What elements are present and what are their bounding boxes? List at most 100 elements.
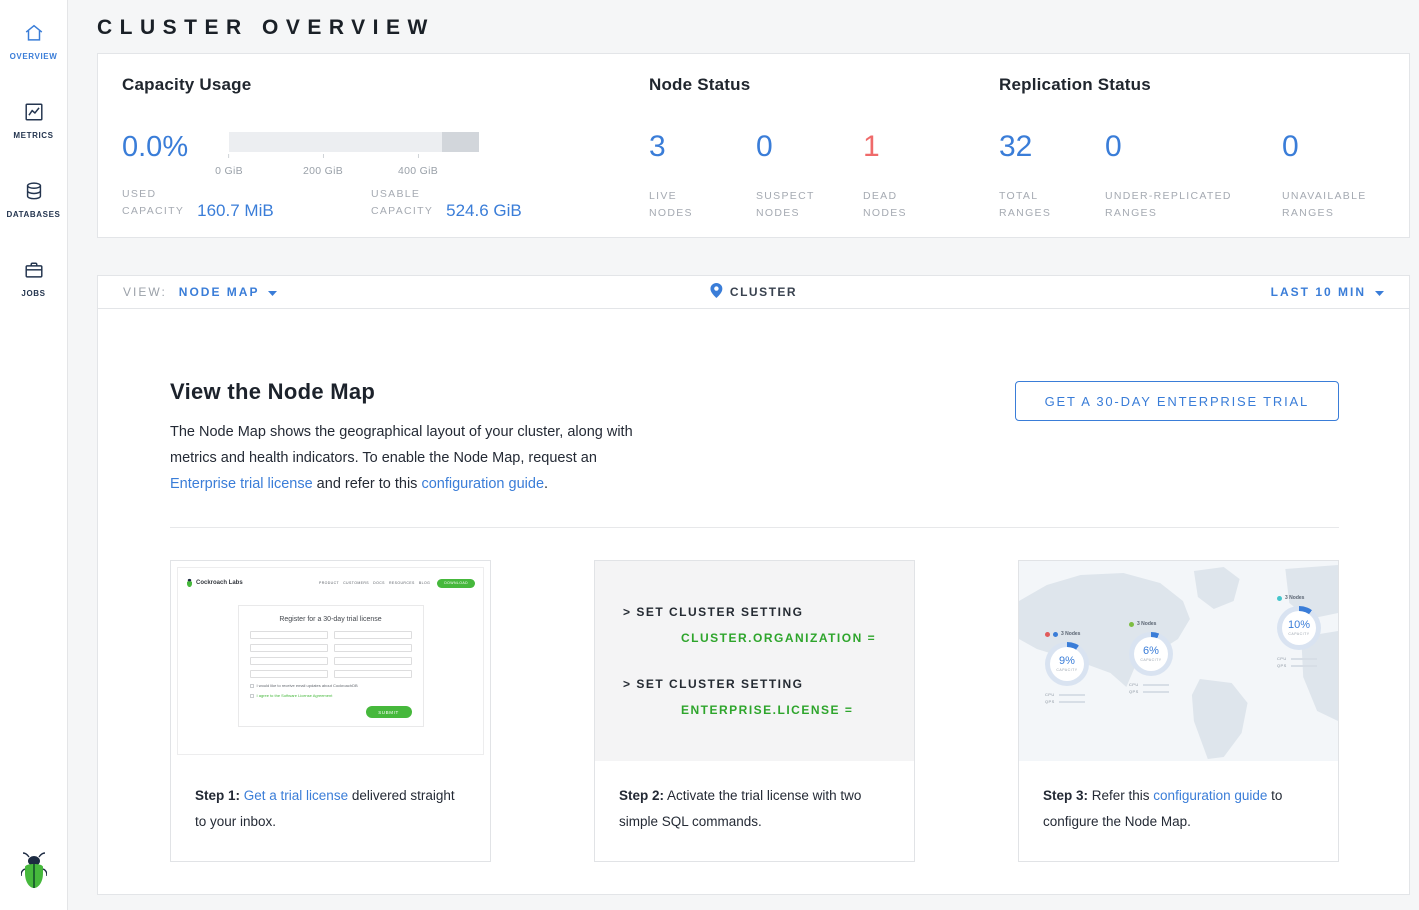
step1-card: Cockroach Labs PRODUCT CUSTOMERS DOCS RE… <box>170 560 491 862</box>
suspect-nodes-value: 0 <box>756 132 863 162</box>
live-nodes-value: 3 <box>649 132 756 162</box>
capacity-ring: 6%CAPACITY <box>1129 632 1173 676</box>
total-ranges-label: TOTAL RANGES <box>999 188 1105 222</box>
capacity-usage-title: Capacity Usage <box>122 75 649 95</box>
chevron-down-icon <box>268 285 277 299</box>
dead-nodes-value: 1 <box>863 132 907 162</box>
enterprise-trial-license-link[interactable]: Enterprise trial license <box>170 476 313 492</box>
configuration-guide-link[interactable]: configuration guide <box>421 476 544 492</box>
sidebar-item-label: METRICS <box>13 131 53 140</box>
used-capacity-stat: USED CAPACITY 160.7 MiB <box>122 186 371 220</box>
node-map-title: View the Node Map <box>170 379 638 405</box>
cockroach-labs-logo[interactable] <box>21 851 47 894</box>
unavailable-ranges-value: 0 <box>1282 132 1367 162</box>
replication-status-title: Replication Status <box>999 75 1385 95</box>
main-content: CLUSTER OVERVIEW Capacity Usage 0.0% 0 G… <box>68 0 1419 908</box>
suspect-nodes-label: SUSPECT NODES <box>756 188 863 222</box>
location-pin-icon <box>710 283 722 301</box>
step2-code-block: > SET CLUSTER SETTING CLUSTER.ORGANIZATI… <box>595 561 914 761</box>
suspect-nodes-stat: 0 SUSPECT NODES <box>756 132 863 222</box>
capacity-used-percent: 0.0% <box>122 132 229 178</box>
step3-caption: Step 3: Refer this configuration guide t… <box>1019 761 1338 861</box>
live-nodes-label: LIVE NODES <box>649 188 756 222</box>
capacity-gauge-ticks: 0 GiB 200 GiB 400 GiB <box>229 154 479 176</box>
view-selector[interactable]: NODE MAP <box>179 285 278 299</box>
step1-screenshot: Cockroach Labs PRODUCT CUSTOMERS DOCS RE… <box>171 561 490 761</box>
mini-form-field <box>250 644 328 652</box>
locality-dot-icon <box>1277 596 1282 601</box>
cluster-breadcrumb: CLUSTER <box>710 283 797 301</box>
dead-nodes-stat: 1 DEAD NODES <box>863 132 907 222</box>
page-title: CLUSTER OVERVIEW <box>97 0 1410 53</box>
sidebar-item-metrics[interactable]: METRICS <box>0 101 67 140</box>
unavailable-ranges-stat: 0 UNAVAILABLE RANGES <box>1282 132 1367 222</box>
mini-form-field <box>334 657 412 665</box>
usable-capacity-stat: USABLE CAPACITY 524.6 GiB <box>371 186 522 220</box>
view-bar: VIEW: NODE MAP CLUSTER LAST 10 MIN <box>97 275 1410 309</box>
divider <box>170 527 1339 528</box>
capacity-gauge-segment <box>442 132 480 152</box>
sidebar-item-label: OVERVIEW <box>10 52 58 61</box>
mini-form-field <box>334 644 412 652</box>
mini-cockroach-logo-icon <box>186 574 193 592</box>
sidebar-item-label: DATABASES <box>7 210 61 219</box>
database-icon <box>23 180 45 202</box>
code-line: ENTERPRISE.LICENSE = <box>681 703 914 717</box>
total-ranges-stat: 32 TOTAL RANGES <box>999 132 1105 222</box>
mini-form-field <box>334 631 412 639</box>
get-trial-license-link[interactable]: Get a trial license <box>244 788 348 803</box>
chevron-down-icon <box>1375 285 1384 299</box>
mini-form-field <box>250 657 328 665</box>
step3-card: 3 Nodes 9%CAPACITY CPU QPS 3 Nodes 6%CAP… <box>1018 560 1339 862</box>
step2-card: > SET CLUSTER SETTING CLUSTER.ORGANIZATI… <box>594 560 915 862</box>
node-status-section: Node Status 3 LIVE NODES 0 SUSPECT NODES <box>649 75 999 216</box>
total-ranges-value: 32 <box>999 132 1105 162</box>
node-map-panel: View the Node Map The Node Map shows the… <box>97 309 1410 895</box>
mini-register-form: Register for a 30-day trial license <box>238 605 424 727</box>
mini-submit-button: SUBMIT <box>366 706 412 718</box>
under-replicated-ranges-label: UNDER-REPLICATED RANGES <box>1105 188 1282 222</box>
sidebar: OVERVIEW METRICS DATABASES JOBS <box>0 0 68 910</box>
sidebar-item-label: JOBS <box>21 289 45 298</box>
capacity-gauge: 0 GiB 200 GiB 400 GiB <box>229 132 479 178</box>
sidebar-item-databases[interactable]: DATABASES <box>0 180 67 219</box>
mini-brand-text: Cockroach Labs <box>196 580 243 586</box>
usable-capacity-value: 524.6 GiB <box>446 201 522 221</box>
mini-checkbox-updates: I would like to receive email updates ab… <box>250 683 412 688</box>
step3-map-preview: 3 Nodes 9%CAPACITY CPU QPS 3 Nodes 6%CAP… <box>1019 561 1338 761</box>
mini-form-title: Register for a 30-day trial license <box>250 616 412 623</box>
configuration-guide-link[interactable]: configuration guide <box>1153 788 1267 803</box>
used-capacity-value: 160.7 MiB <box>197 201 274 221</box>
capacity-ring: 10%CAPACITY <box>1277 606 1321 650</box>
code-line: > SET CLUSTER SETTING <box>623 677 914 691</box>
mini-download-button: DOWNLOAD <box>437 579 475 588</box>
map-locality-marker: 3 Nodes 9%CAPACITY CPU QPS <box>1045 631 1089 704</box>
gauge-tick: 400 GiB <box>398 154 438 179</box>
locality-dot-icon <box>1129 622 1134 627</box>
time-range-selector[interactable]: LAST 10 MIN <box>1271 285 1384 299</box>
locality-metrics: CPU QPS <box>1277 654 1321 668</box>
dead-nodes-label: DEAD NODES <box>863 188 907 222</box>
locality-metrics: CPU QPS <box>1045 690 1089 704</box>
step1-caption: Step 1: Get a trial license delivered st… <box>171 761 490 861</box>
locality-dot-icon <box>1045 632 1050 637</box>
unavailable-ranges-label: UNAVAILABLE RANGES <box>1282 188 1367 222</box>
locality-metrics: CPU QPS <box>1129 680 1173 694</box>
enterprise-trial-button[interactable]: GET A 30-DAY ENTERPRISE TRIAL <box>1015 381 1339 421</box>
locality-dot-icon <box>1053 632 1058 637</box>
sidebar-item-jobs[interactable]: JOBS <box>0 259 67 298</box>
home-icon <box>23 22 45 44</box>
mini-form-field <box>334 670 412 678</box>
node-map-intro: View the Node Map The Node Map shows the… <box>170 379 638 497</box>
code-line: CLUSTER.ORGANIZATION = <box>681 631 914 645</box>
gauge-tick: 200 GiB <box>303 154 343 179</box>
replication-status-section: Replication Status 32 TOTAL RANGES 0 UND… <box>999 75 1385 216</box>
map-locality-marker: 3 Nodes 6%CAPACITY CPU QPS <box>1129 621 1173 694</box>
sidebar-item-overview[interactable]: OVERVIEW <box>0 22 67 61</box>
mini-nav-links: PRODUCT CUSTOMERS DOCS RESOURCES BLOG <box>319 581 430 585</box>
mini-checkbox-agreement: I agree to the Software License Agreemen… <box>250 693 412 698</box>
map-locality-marker: 3 Nodes 10%CAPACITY CPU QPS <box>1277 595 1321 668</box>
gauge-tick: 0 GiB <box>215 154 243 179</box>
node-status-title: Node Status <box>649 75 999 95</box>
node-map-description: The Node Map shows the geographical layo… <box>170 419 638 497</box>
